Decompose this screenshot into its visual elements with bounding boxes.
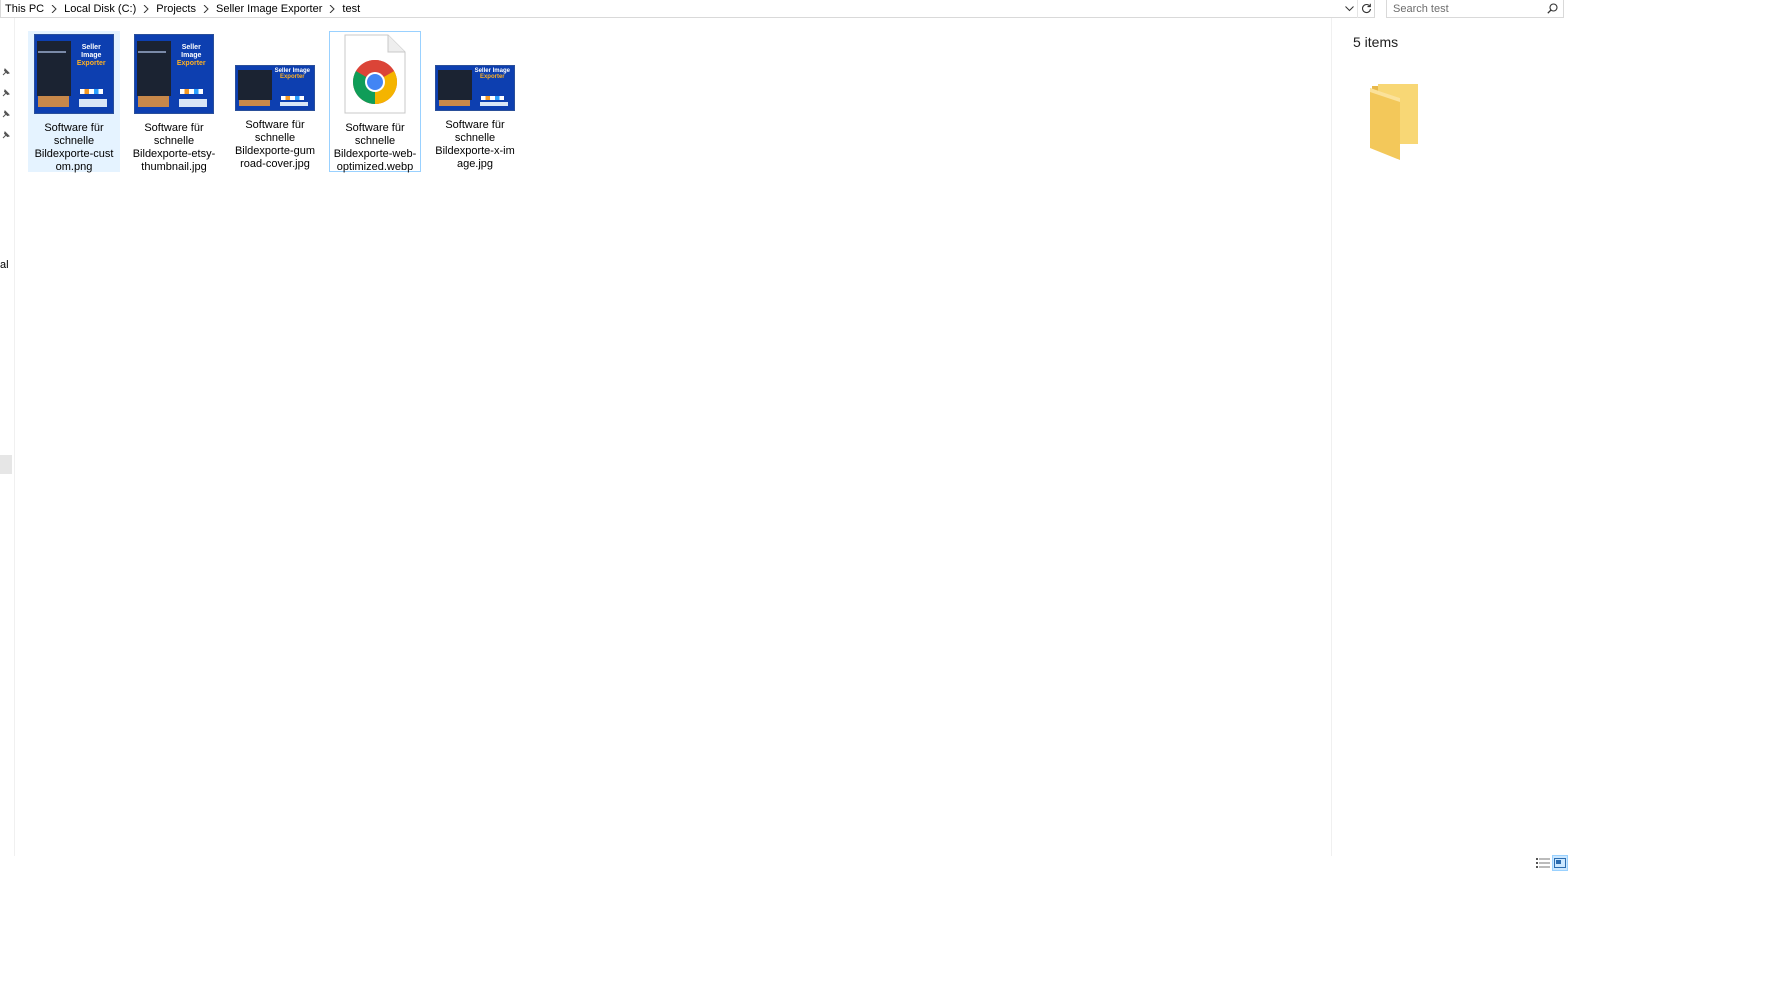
search-box [1386,0,1564,18]
thumbnail-icons [280,96,304,101]
nav-item-label-truncated[interactable]: al [0,259,9,271]
thumbnail-title: Seller Image Exporter [274,68,311,80]
search-icon[interactable] [1543,0,1561,18]
search-input[interactable] [1387,0,1543,17]
file-name: Software für schnelle Bildexporte-cust o… [34,122,114,173]
thumbnail-preview-strip [78,98,107,107]
chevron-down-icon[interactable] [1341,0,1357,18]
thumbnail-app-panel [238,69,273,101]
thumbnail-title: Seller Image Exporter [474,68,511,80]
thumbnail-line [138,51,166,53]
image-thumbnail: Seller Image Exporter [134,34,214,114]
thumbnail-title-line1: Seller Image [81,44,102,60]
breadcrumb-local-disk[interactable]: Local Disk (C:) [61,0,139,18]
thumbnail-title-line2: Exporter [176,60,206,68]
file-item[interactable]: Seller Image Exporter Software für schnel… [128,31,220,173]
details-pane: 5 items [1331,18,1571,856]
thumbnail-title: Seller Image Exporter [173,44,210,68]
chevron-right-icon[interactable] [199,0,213,18]
thumbnail-preview-strip [178,98,207,107]
thumbnail-icons [480,96,504,101]
thumbnail-icons [79,89,103,95]
file-name: Software für schnelle Bildexporte-x-im a… [435,119,515,170]
address-bar[interactable]: This PC Local Disk (C:) Projects Seller … [0,0,1375,18]
breadcrumb: This PC Local Disk (C:) Projects Seller … [1,0,1341,18]
thumbnail-frame: Seller Image Exporter [432,34,518,111]
refresh-icon[interactable] [1357,0,1374,18]
chevron-right-icon[interactable] [139,0,153,18]
file-name: Software für schnelle Bildexporte-etsy- … [132,122,216,173]
thumbnail-app-panel [37,41,72,96]
file-item[interactable]: Software für schnelle Bildexporte-web- o… [329,31,421,173]
thumbnail-app-panel [137,41,172,96]
thumbnail-frame [332,34,418,114]
breadcrumb-test[interactable]: test [339,0,363,18]
folder-icon [1370,84,1418,160]
thumbnail-title-line2: Exporter [479,73,505,80]
thumbnail-photo-strip [439,100,471,107]
thumbnail-photo-strip [38,95,70,107]
thumbnail-title-line2: Exporter [279,73,305,80]
file-list-view[interactable]: Seller Image Exporter Software für schnel… [15,18,1330,856]
thumbnail-title-line1: Seller Image [181,44,202,60]
file-item[interactable]: Seller Image Exporter Software für schnel… [229,31,321,172]
thumbnail-photo-strip [138,95,170,107]
file-name: Software für schnelle Bildexporte-web- o… [333,122,417,173]
thumbnail-title: Seller Image Exporter [73,44,110,68]
pin-icon[interactable] [1,67,11,77]
thumbnail-title-line2: Exporter [76,60,106,68]
pin-icon[interactable] [1,88,11,98]
breadcrumb-this-pc[interactable]: This PC [5,0,47,18]
large-icons-view-icon [1554,858,1566,868]
file-item[interactable]: Seller Image Exporter Software für schnel… [429,31,521,172]
thumbnail-icons [179,89,203,95]
breadcrumb-projects[interactable]: Projects [153,0,199,18]
item-count: 5 items [1353,34,1399,50]
chrome-document-icon [344,34,406,114]
details-view-icon [1536,858,1550,868]
file-name: Software für schnelle Bildexporte-gum ro… [234,119,316,170]
pin-icon[interactable] [1,130,11,140]
pin-icon[interactable] [1,109,11,119]
thumbnail-photo-strip [239,100,271,107]
thumbnail-line [38,51,66,53]
file-item[interactable]: Seller Image Exporter Software für schnel… [28,31,120,173]
image-thumbnail: Seller Image Exporter [34,34,114,114]
image-thumbnail: Seller Image Exporter [235,65,315,111]
nav-scrollbar-thumb[interactable] [0,455,12,474]
thumbnail-app-panel [438,69,473,101]
image-thumbnail: Seller Image Exporter [435,65,515,111]
breadcrumb-seller-image-exporter[interactable]: Seller Image Exporter [213,0,325,18]
thumbnail-frame: Seller Image Exporter [31,34,117,114]
thumbnail-preview-strip [279,102,308,107]
details-view-button[interactable] [1535,855,1551,871]
thumbnail-preview-strip [479,102,508,107]
chevron-right-icon[interactable] [47,0,61,18]
large-icons-view-button[interactable] [1552,855,1568,871]
navigation-pane[interactable]: al [0,18,15,856]
thumbnail-frame: Seller Image Exporter [131,34,217,114]
thumbnail-frame: Seller Image Exporter [232,34,318,111]
chevron-right-icon[interactable] [325,0,339,18]
